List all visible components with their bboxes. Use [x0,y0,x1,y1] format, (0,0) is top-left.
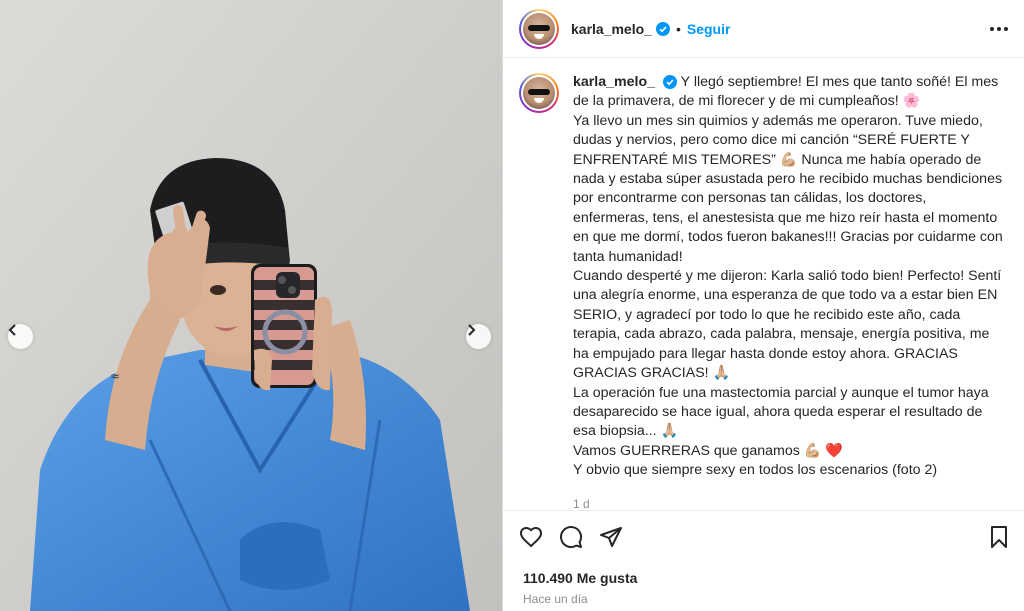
bookmark-icon[interactable] [988,525,1010,549]
next-photo-button[interactable] [466,324,491,349]
posted-time[interactable]: Hace un día [523,592,588,606]
post-photo[interactable]: ≈ [0,0,503,611]
comment-icon[interactable] [559,525,583,549]
caption-avatar[interactable] [519,73,559,113]
previous-photo-button[interactable] [8,324,33,349]
caption-paragraph: Y obvio que siempre sexy en todos los es… [573,462,938,479]
post-header: karla_melo_ • Seguir [503,0,1024,58]
caption-paragraph: Ya llevo un mes sin quimios y además me … [573,112,1003,265]
svg-text:≈: ≈ [110,369,120,383]
verified-badge-icon [655,21,670,36]
follow-button[interactable]: Seguir [687,21,731,37]
mirror-selfie-image: ≈ [0,0,502,611]
verified-badge-icon [662,75,677,90]
post-details-panel: karla_melo_ • Seguir karla_melo_ Y llegó… [503,0,1024,611]
caption-section: karla_melo_ Y llegó septiembre! El mes q… [503,59,1024,511]
instagram-post: ≈ karla_melo_ • Seguir karla_melo_ Y lle… [0,0,1024,611]
caption-username[interactable]: karla_melo_ [573,74,655,90]
caption-paragraph: Vamos GUERRERAS que ganamos 💪🏼 ❤️ [573,442,844,459]
likes-count[interactable]: 110.490 Me gusta [523,570,637,586]
avatar[interactable] [519,8,559,49]
caption-paragraph: La operación fue una mastectomia parcial… [573,384,989,440]
caption-paragraph: karla_melo_ Y llegó septiembre! El mes q… [573,73,1003,112]
caption-paragraph: Cuando desperté y me dijeron: Karla sali… [573,268,1002,382]
more-options-icon[interactable] [990,21,1008,37]
heart-icon[interactable] [519,525,543,549]
separator-dot: • [675,20,681,37]
chevron-left-icon [8,324,16,336]
header-username[interactable]: karla_melo_ [571,21,652,37]
share-icon[interactable] [599,525,623,549]
chevron-right-icon [468,324,476,336]
caption-text: karla_melo_ Y llegó septiembre! El mes q… [573,73,1003,511]
action-bar [503,510,1024,549]
